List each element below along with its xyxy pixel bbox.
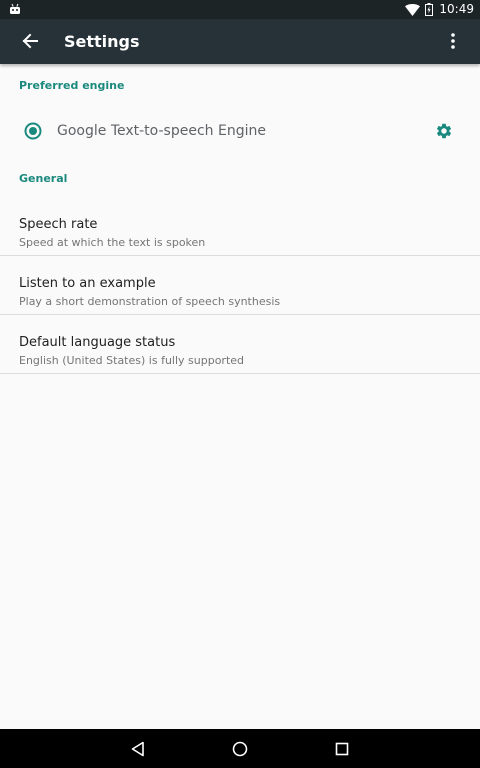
home-circle-icon [232, 741, 248, 757]
pref-summary: Speed at which the text is spoken [19, 236, 206, 249]
engine-name-label: Google Text-to-speech Engine [57, 123, 266, 139]
android-icon [10, 3, 20, 14]
system-nav-bar [0, 729, 480, 768]
back-triangle-icon [131, 741, 144, 757]
nav-recents-button[interactable] [329, 736, 355, 762]
pref-summary: English (United States) is fully support… [19, 354, 245, 367]
arrow-back-icon [22, 33, 38, 49]
more-vert-icon [451, 33, 455, 49]
recents-square-icon [335, 742, 349, 756]
status-bar-right: 10:49 [405, 0, 474, 19]
pref-summary: Play a short demonstration of speech syn… [19, 295, 281, 308]
wifi-icon [405, 3, 421, 16]
pref-title: Default language status [19, 335, 176, 350]
status-bar: 10:49 [0, 0, 480, 19]
pref-title: Speech rate [19, 217, 98, 232]
pref-default-language-status[interactable]: Default language status English (United … [0, 315, 480, 374]
battery-icon [425, 3, 434, 16]
page-title: Settings [64, 32, 140, 51]
app-toolbar: Settings [0, 19, 480, 64]
status-clock: 10:49 [439, 2, 474, 16]
engine-settings-button[interactable] [430, 117, 458, 145]
section-header-preferred-engine: Preferred engine [19, 79, 125, 92]
engine-row-google-tts[interactable]: Google Text-to-speech Engine [0, 111, 480, 151]
nav-back-button[interactable] [125, 736, 151, 762]
overflow-menu-button[interactable] [436, 24, 470, 58]
back-button[interactable] [12, 23, 48, 59]
gear-icon [436, 123, 452, 139]
pref-title: Listen to an example [19, 276, 156, 291]
section-header-general: General [19, 172, 68, 185]
pref-speech-rate[interactable]: Speech rate Speed at which the text is s… [0, 197, 480, 256]
pref-listen-example[interactable]: Listen to an example Play a short demons… [0, 256, 480, 315]
radio-selected-icon[interactable] [24, 122, 42, 140]
nav-home-button[interactable] [227, 736, 253, 762]
